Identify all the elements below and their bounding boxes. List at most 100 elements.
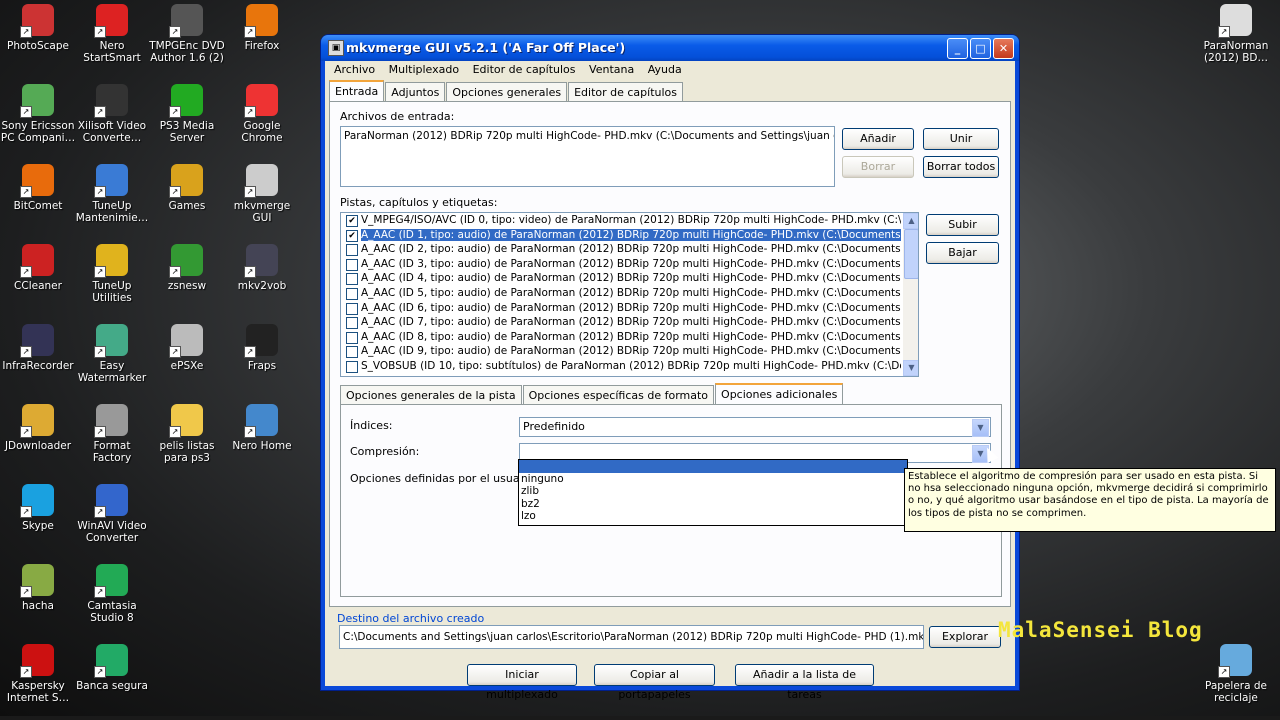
track-row[interactable]: ✔ V_MPEG4/ISO/AVC (ID 0, tipo: video) de …	[341, 213, 901, 228]
track-checkbox[interactable]	[346, 302, 358, 315]
remove-all-button[interactable]: Borrar todos	[923, 156, 999, 178]
dropdown-option-empty[interactable]	[519, 460, 907, 473]
track-row[interactable]: A_AAC (ID 7, tipo: audio) de ParaNorman …	[341, 315, 901, 330]
desktop-icon[interactable]: ↗ TMPGEnc DVD Author 1.6 (2)	[149, 4, 225, 64]
desktop-icon[interactable]: ↗ TuneUp Utilities	[74, 244, 150, 304]
desktop-icon[interactable]: ↗ InfraRecorder	[0, 324, 76, 372]
copy-clipboard-button[interactable]: Copiar al portapapeles	[594, 664, 715, 701]
menu-ayuda[interactable]: Ayuda	[643, 61, 687, 78]
move-down-button[interactable]: Bajar	[926, 242, 999, 264]
scroll-up-icon[interactable]: ▲	[903, 213, 918, 229]
track-row[interactable]: A_AAC (ID 8, tipo: audio) de ParaNorman …	[341, 330, 901, 345]
desktop-icon[interactable]: ↗ Kaspersky Internet S…	[0, 644, 76, 704]
menu-archivo[interactable]: Archivo	[329, 61, 380, 78]
tracks-list[interactable]: ✔ V_MPEG4/ISO/AVC (ID 0, tipo: video) de …	[340, 212, 919, 377]
track-row[interactable]: A_AAC (ID 5, tipo: audio) de ParaNorman …	[341, 286, 901, 301]
menu-ventana[interactable]: Ventana	[584, 61, 639, 78]
minimize-button[interactable]: _	[947, 38, 968, 59]
subtab-general[interactable]: Opciones generales de la pista	[340, 385, 522, 405]
track-row[interactable]: A_AAC (ID 6, tipo: audio) de ParaNorman …	[341, 301, 901, 316]
input-files-list[interactable]: ParaNorman (2012) BDRip 720p multi HighC…	[340, 126, 835, 187]
subtab-additional[interactable]: Opciones adicionales	[715, 383, 844, 406]
desktop-icon[interactable]: ↗ zsnesw	[149, 244, 225, 292]
dropdown-option-zlib[interactable]: zlib	[519, 485, 907, 498]
scroll-thumb[interactable]	[904, 229, 918, 279]
track-checkbox[interactable]	[346, 273, 358, 286]
desktop-icon[interactable]: ↗ ePSXe	[149, 324, 225, 372]
desktop-icon[interactable]: ↗ JDownloader	[0, 404, 76, 452]
track-row[interactable]: A_AAC (ID 4, tipo: audio) de ParaNorman …	[341, 271, 901, 286]
track-checkbox[interactable]: ✔	[346, 215, 358, 227]
desktop-icon[interactable]: ↗ Papelera de reciclaje	[1198, 644, 1274, 704]
shortcut-arrow-icon: ↗	[94, 266, 106, 278]
chevron-down-icon[interactable]: ▼	[972, 419, 989, 437]
track-row[interactable]: A_AAC (ID 3, tipo: audio) de ParaNorman …	[341, 257, 901, 272]
desktop-icon[interactable]: ↗ Camtasia Studio 8	[74, 564, 150, 624]
desktop-icon[interactable]: ↗ Easy Watermarker	[74, 324, 150, 384]
desktop-icon[interactable]: ↗ PhotoScape	[0, 4, 76, 52]
desktop-icon[interactable]: ↗ Google Chrome	[224, 84, 300, 144]
desktop-icon[interactable]: ↗ Format Factory	[74, 404, 150, 464]
track-checkbox[interactable]	[346, 360, 358, 373]
tracks-scrollbar[interactable]: ▲ ▼	[903, 213, 918, 376]
dropdown-option-lzo[interactable]: lzo	[519, 510, 907, 523]
close-button[interactable]: ✕	[993, 38, 1014, 59]
index-select[interactable]: Predefinido ▼	[519, 417, 991, 437]
track-row[interactable]: ✔ A_AAC (ID 1, tipo: audio) de ParaNorman…	[341, 228, 901, 243]
track-checkbox[interactable]	[346, 258, 358, 271]
track-checkbox[interactable]	[346, 317, 358, 330]
track-row[interactable]: A_AAC (ID 9, tipo: audio) de ParaNorman …	[341, 344, 901, 359]
desktop-icon[interactable]: ↗ pelis listas para ps3	[149, 404, 225, 464]
track-checkbox[interactable]	[346, 287, 358, 300]
subtab-format[interactable]: Opciones específicas de formato	[522, 385, 715, 405]
menu-multiplexado[interactable]: Multiplexado	[384, 61, 464, 78]
scroll-down-icon[interactable]: ▼	[903, 360, 918, 376]
browse-button[interactable]: Explorar	[929, 626, 1001, 648]
desktop-icon[interactable]: ↗ WinAVI Video Converter	[74, 484, 150, 544]
desktop-icon[interactable]: ↗ PS3 Media Server	[149, 84, 225, 144]
maximize-button[interactable]: □	[970, 38, 991, 59]
desktop-icon[interactable]: ↗ Fraps	[224, 324, 300, 372]
input-file-item[interactable]: ParaNorman (2012) BDRip 720p multi HighC…	[341, 127, 834, 145]
dropdown-option-ninguno[interactable]: ninguno	[519, 473, 907, 486]
desktop-icon[interactable]: ↗ Sony Ericsson PC Compani…	[0, 84, 76, 144]
desktop-icon[interactable]: ↗ Firefox	[224, 4, 300, 52]
compression-dropdown-list[interactable]: ninguno zlib bz2 lzo	[518, 459, 908, 526]
tab-editor-capitulos[interactable]: Editor de capítulos	[568, 82, 684, 102]
desktop-icon[interactable]: ↗ Xilisoft Video Converte…	[74, 84, 150, 144]
append-button[interactable]: Unir	[923, 128, 999, 150]
add-button[interactable]: Añadir	[842, 128, 914, 150]
desktop-icon[interactable]: ↗ mkvmerge GUI	[224, 164, 300, 224]
desktop-icon[interactable]: ↗ hacha	[0, 564, 76, 612]
desktop-icon[interactable]: ↗ Skype	[0, 484, 76, 532]
move-up-button[interactable]: Subir	[926, 214, 999, 236]
desktop-icon[interactable]: ↗ Nero Home	[224, 404, 300, 452]
desktop-icon[interactable]: ↗ BitComet	[0, 164, 76, 212]
desktop-icon[interactable]: ↗ CCleaner	[0, 244, 76, 292]
desktop-icon-label: InfraRecorder	[2, 360, 74, 372]
tab-entrada[interactable]: Entrada	[329, 80, 385, 103]
shortcut-arrow-icon: ↗	[169, 26, 181, 38]
desktop-icon[interactable]: ↗ Banca segura	[74, 644, 150, 692]
track-checkbox[interactable]	[346, 346, 358, 359]
desktop-icon[interactable]: ↗ Nero StartSmart	[74, 4, 150, 64]
tab-opciones-generales[interactable]: Opciones generales	[446, 82, 568, 102]
app-icon: ↗	[94, 84, 128, 118]
remove-button[interactable]: Borrar	[842, 156, 914, 178]
start-mux-button[interactable]: Iniciar multiplexado	[467, 664, 577, 701]
desktop-icon[interactable]: ↗ mkv2vob	[224, 244, 300, 292]
track-checkbox[interactable]	[346, 244, 358, 257]
add-to-jobs-button[interactable]: Añadir a la lista de tareas	[735, 664, 874, 701]
title-bar[interactable]: ▣ mkvmerge GUI v5.2.1 ('A Far Off Place'…	[321, 35, 1019, 61]
tab-adjuntos[interactable]: Adjuntos	[385, 82, 446, 102]
track-row[interactable]: S_VOBSUB (ID 10, tipo: subtítulos) de Pa…	[341, 359, 901, 374]
dropdown-option-bz2[interactable]: bz2	[519, 498, 907, 511]
track-row[interactable]: A_AAC (ID 2, tipo: audio) de ParaNorman …	[341, 242, 901, 257]
desktop-icon[interactable]: ↗ ParaNorman (2012) BD…	[1198, 4, 1274, 64]
output-path-input[interactable]: C:\Documents and Settings\juan carlos\Es…	[339, 625, 924, 649]
desktop-icon[interactable]: ↗ TuneUp Mantenimie…	[74, 164, 150, 224]
desktop-icon[interactable]: ↗ Games	[149, 164, 225, 212]
track-checkbox[interactable]	[346, 331, 358, 344]
track-checkbox[interactable]: ✔	[346, 229, 358, 242]
menu-editor-capitulos[interactable]: Editor de capítulos	[468, 61, 581, 78]
